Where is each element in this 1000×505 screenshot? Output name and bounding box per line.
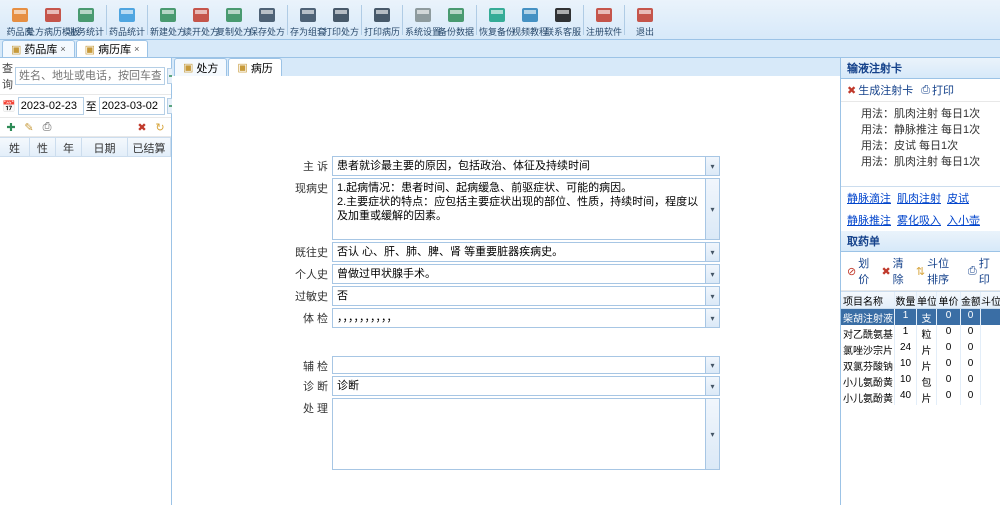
treat-label: 处 理 xyxy=(292,398,332,416)
past-input[interactable]: 否认 心、肝、肺、脾、肾 等重要脏器疾病史。 xyxy=(332,242,720,262)
route-入小壶[interactable]: 入小壶 xyxy=(947,212,980,228)
treat-dropdown[interactable]: ▾ xyxy=(705,399,719,469)
gen-card-button[interactable]: ✖生成注射卡 xyxy=(847,82,913,98)
search-label: 查询 xyxy=(2,60,13,92)
order-row[interactable]: 双氯芬酸钠…10片00 xyxy=(841,357,1000,373)
order-grid-body: 柴胡注射液1支00对乙酰氨基…1粒00氯唑沙宗片24片00双氯芬酸钠…10片00… xyxy=(841,309,1000,505)
top-tabs: ▣药品库×▣病历库× xyxy=(0,40,1000,58)
route-雾化吸入[interactable]: 雾化吸入 xyxy=(897,212,941,228)
exam-label: 体 检 xyxy=(292,308,332,326)
exit-button[interactable]: 退出 xyxy=(629,2,661,38)
rx-template-button[interactable]: 处方病历模板 xyxy=(37,2,69,38)
backup-button[interactable]: 备份数据 xyxy=(440,2,472,38)
order-row[interactable]: 氯唑沙宗片24片00 xyxy=(841,341,1000,357)
route-皮试[interactable]: 皮试 xyxy=(947,190,969,206)
past-label: 既往史 xyxy=(292,242,332,260)
diag-label: 诊 断 xyxy=(292,376,332,394)
hpi-dropdown[interactable]: ▾ xyxy=(705,179,719,239)
personal-input[interactable]: 曾做过甲状腺手术。 xyxy=(332,264,720,284)
recordstore-tab[interactable]: ▣病历库× xyxy=(76,40,149,57)
allergy-input[interactable]: 否 xyxy=(332,286,720,306)
hpi-input[interactable]: 1.起病情况：患者时间、起病缓急、前驱症状、可能的病因。2.主要症状的特点：应包… xyxy=(332,178,720,240)
new-rx-button[interactable]: 新建处方 xyxy=(152,2,184,38)
biz-stats-button[interactable]: 业务统计 xyxy=(70,2,102,38)
chief-input[interactable]: 患者就诊最主要的原因，包括政治、体征及持续时间 xyxy=(332,156,720,176)
restore-button[interactable]: 恢复备份 xyxy=(481,2,513,38)
center-tabs: ▣处方▣病历 xyxy=(172,58,840,76)
print-order-button[interactable]: ⎙打印 xyxy=(968,255,994,287)
exam-dropdown[interactable]: ▾ xyxy=(705,309,719,327)
hpi-label: 现病史 xyxy=(292,178,332,196)
sys-settings-button[interactable]: 系统设置 xyxy=(407,2,439,38)
patient-list-body[interactable] xyxy=(0,157,171,505)
route-tabs: 静脉滴注肌肉注射皮试静脉推注雾化吸入入小壶 xyxy=(841,186,1000,231)
copy-rx-button[interactable]: 复制处方 xyxy=(218,2,250,38)
order-row[interactable]: 小儿氨酚黄…10包00 xyxy=(841,373,1000,389)
route-肌肉注射[interactable]: 肌肉注射 xyxy=(897,190,941,206)
route-静脉推注[interactable]: 静脉推注 xyxy=(847,212,891,228)
new-icon[interactable]: ✚ xyxy=(4,120,18,134)
aux-dropdown[interactable]: ▾ xyxy=(705,357,719,373)
contact-button[interactable]: 联系客服 xyxy=(547,2,579,38)
order-title: 取药单 xyxy=(841,231,1000,252)
diag-dropdown[interactable]: ▾ xyxy=(705,377,719,395)
chief-dropdown[interactable]: ▾ xyxy=(705,157,719,175)
chief-label: 主 诉 xyxy=(292,156,332,174)
refresh-icon[interactable]: ↻ xyxy=(153,120,167,134)
medical-record-form: 主 诉患者就诊最主要的原因，包括政治、体征及持续时间▾现病史1.起病情况：患者时… xyxy=(172,76,840,505)
allergy-dropdown[interactable]: ▾ xyxy=(705,287,719,305)
date-from-input[interactable] xyxy=(18,97,84,115)
aux-label: 辅 检 xyxy=(292,356,332,374)
personal-label: 个人史 xyxy=(292,264,332,282)
main-toolbar: 药品库处方病历模板业务统计药品统计新建处方读开处方复制处方保存处方存为组套打印处… xyxy=(0,0,1000,40)
save-rx-button[interactable]: 保存处方 xyxy=(251,2,283,38)
order-row[interactable]: 小儿氨酚黄…40片00 xyxy=(841,389,1000,405)
order-grid-header: 项目名称 数量 单位 单价 金额 斗位 xyxy=(841,291,1000,309)
treat-input[interactable] xyxy=(332,398,720,470)
diag-input[interactable]: 诊断 xyxy=(332,376,720,396)
sort-button[interactable]: ⇅斗位排序 xyxy=(916,255,960,287)
order-row[interactable]: 柴胡注射液1支00 xyxy=(841,309,1000,325)
exam-input[interactable]: ，，，，，，，，，， xyxy=(332,308,720,328)
drug-stats-button[interactable]: 药品统计 xyxy=(111,2,143,38)
price-button[interactable]: ⊘划价 xyxy=(847,255,873,287)
allergy-label: 过敏史 xyxy=(292,286,332,304)
delete-icon[interactable]: ✖ xyxy=(135,120,149,134)
usage-list: 用法：肌肉注射 每日1次用法：静脉推注 每日1次用法：皮试 每日1次用法：肌肉注… xyxy=(841,102,1000,186)
patient-list-header: 姓名 性别 年龄 日期 已结算 xyxy=(0,137,171,157)
route-静脉滴注[interactable]: 静脉滴注 xyxy=(847,190,891,206)
clear-button[interactable]: ✖清除 xyxy=(881,255,907,287)
order-row[interactable]: 对乙酰氨基…1粒00 xyxy=(841,325,1000,341)
video-button[interactable]: 视频教程 xyxy=(514,2,546,38)
tab-record[interactable]: ▣病历 xyxy=(228,58,281,76)
print-rx-button[interactable]: 打印处方 xyxy=(325,2,357,38)
search-input[interactable] xyxy=(15,67,165,85)
date-to-input[interactable] xyxy=(99,97,165,115)
tab-rx[interactable]: ▣处方 xyxy=(174,58,227,76)
calendar-from-icon: 📅 xyxy=(2,99,16,113)
drugstore-tab[interactable]: ▣药品库× xyxy=(2,40,75,57)
open-rx-button[interactable]: 读开处方 xyxy=(185,2,217,38)
print-icon[interactable]: ⎙ xyxy=(40,120,54,134)
personal-dropdown[interactable]: ▾ xyxy=(705,265,719,283)
close-icon[interactable]: × xyxy=(60,44,65,54)
edit-icon[interactable]: ✎ xyxy=(22,120,36,134)
injection-card-title: 输液注射卡 xyxy=(841,58,1000,79)
print-card-button[interactable]: ⎙打印 xyxy=(921,82,954,98)
close-icon[interactable]: × xyxy=(134,44,139,54)
record-store-panel: 查询 📅 至 ✚ ✎ ⎙ ✖ ↻ 姓名 性别 年龄 日期 已结算 xyxy=(0,58,172,505)
register-button[interactable]: 注册软件 xyxy=(588,2,620,38)
aux-input[interactable] xyxy=(332,356,720,374)
print-record-button[interactable]: 打印病历 xyxy=(366,2,398,38)
past-dropdown[interactable]: ▾ xyxy=(705,243,719,261)
save-group-button[interactable]: 存为组套 xyxy=(292,2,324,38)
